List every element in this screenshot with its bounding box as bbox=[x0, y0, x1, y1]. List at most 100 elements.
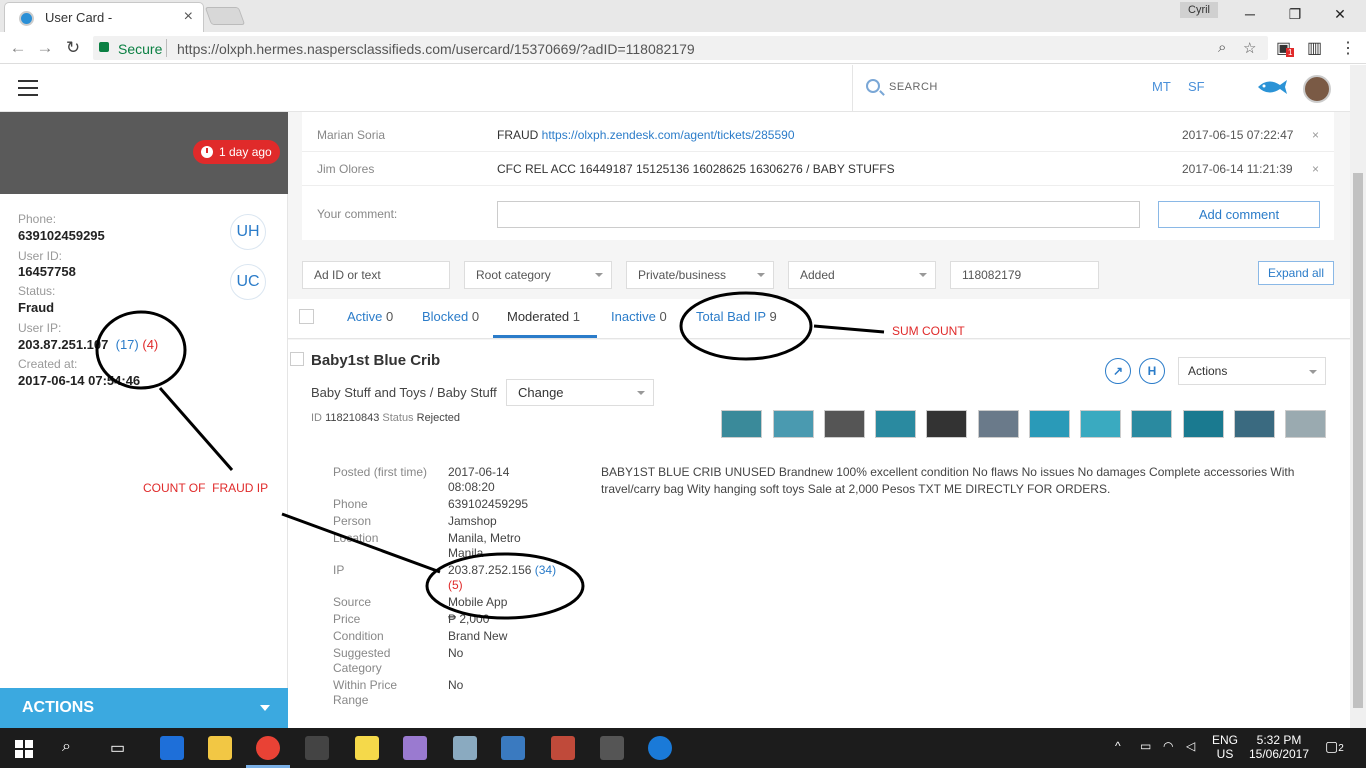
back-icon[interactable]: ← bbox=[7, 38, 29, 58]
task-view-icon[interactable]: ▭ bbox=[110, 738, 125, 758]
comments-panel: Marian Soria FRAUD https://olxph.zendesk… bbox=[302, 112, 1334, 240]
forward-icon[interactable]: → bbox=[34, 38, 56, 58]
ad-photo-thumbnail[interactable] bbox=[1131, 410, 1172, 438]
ad-actions-select[interactable]: Actions bbox=[1178, 357, 1326, 385]
search-box[interactable]: SEARCH bbox=[852, 65, 1142, 112]
change-category-select[interactable]: Change bbox=[506, 379, 654, 406]
initials-sf[interactable]: SF bbox=[1188, 79, 1205, 94]
ad-photo-thumbnail[interactable] bbox=[1080, 410, 1121, 438]
ad-checkbox[interactable] bbox=[290, 352, 304, 366]
chevron-up-icon[interactable]: ^ bbox=[1115, 739, 1121, 753]
ad-ip-count-fraud[interactable]: (5) bbox=[448, 578, 463, 592]
chevron-down-icon bbox=[260, 705, 270, 711]
restore-button[interactable]: ❐ bbox=[1275, 4, 1315, 24]
sticky-notes-icon[interactable] bbox=[355, 736, 379, 760]
open-external-icon[interactable]: ↗ bbox=[1105, 358, 1131, 384]
ad-photo-thumbnail[interactable] bbox=[1285, 410, 1326, 438]
extension-icon[interactable]: ▣ 1 bbox=[1276, 38, 1295, 58]
ad-title[interactable]: Baby1st Blue Crib bbox=[311, 352, 440, 369]
clock[interactable]: 5:32 PM 15/06/2017 bbox=[1246, 733, 1312, 761]
tab-active[interactable]: Active 0 bbox=[347, 309, 393, 324]
ad-photo-thumbnail[interactable] bbox=[721, 410, 762, 438]
tab-blocked[interactable]: Blocked 0 bbox=[422, 309, 479, 324]
ad-description: BABY1ST BLUE CRIB UNUSED Brandnew 100% e… bbox=[601, 465, 1295, 496]
browser-tab[interactable]: User Card - × bbox=[4, 2, 204, 32]
wifi-icon[interactable]: ◠ bbox=[1163, 739, 1173, 753]
file-explorer-icon[interactable] bbox=[208, 736, 232, 760]
ads-tabs: Active 0 Blocked 0 Moderated 1 Inactive … bbox=[288, 299, 1350, 339]
search-taskbar-icon[interactable]: ⌕ bbox=[62, 738, 71, 756]
battery-icon[interactable]: ▭ bbox=[1140, 739, 1151, 753]
scrollbar-thumb[interactable] bbox=[1353, 173, 1363, 708]
ip-count-fraud[interactable]: (4) bbox=[142, 337, 158, 352]
volume-icon[interactable]: ◁ bbox=[1186, 739, 1195, 753]
user-ip[interactable]: 203.87.251.107 bbox=[18, 337, 108, 352]
hamburger-menu-icon[interactable] bbox=[18, 80, 38, 96]
ad-photo-thumbnail[interactable] bbox=[926, 410, 967, 438]
bookmark-star-icon[interactable]: ☆ bbox=[1243, 39, 1256, 57]
tab-inactive[interactable]: Inactive 0 bbox=[611, 309, 667, 324]
ad-id-input[interactable]: Ad ID or text bbox=[302, 261, 450, 289]
initials-mt[interactable]: MT bbox=[1152, 79, 1171, 94]
url-path: /usercard/15370669/?adID=118082179 bbox=[451, 41, 695, 57]
ad-ip-count-total[interactable]: (34) bbox=[535, 563, 556, 577]
ad-photo-thumbnail[interactable] bbox=[773, 410, 814, 438]
ad-photo-thumbnail[interactable] bbox=[1234, 410, 1275, 438]
uc-button[interactable]: UC bbox=[230, 264, 266, 300]
tab-close-icon[interactable]: × bbox=[184, 8, 193, 26]
menu-dots-icon[interactable]: ⋮ bbox=[1340, 38, 1356, 58]
extension-icon[interactable]: ▥ bbox=[1307, 38, 1322, 58]
ad-id-filter-input[interactable]: 118082179 bbox=[950, 261, 1099, 289]
phone-label: Phone: bbox=[18, 212, 57, 226]
ad-photo-thumbnail[interactable] bbox=[978, 410, 1019, 438]
private-business-select[interactable]: Private/business bbox=[626, 261, 774, 289]
user-avatar[interactable] bbox=[1303, 75, 1331, 103]
ad-photo-thumbnail[interactable] bbox=[1029, 410, 1070, 438]
document-icon[interactable] bbox=[501, 736, 525, 760]
app-icon[interactable] bbox=[600, 736, 624, 760]
ad-photo-thumbnail[interactable] bbox=[824, 410, 865, 438]
zoom-icon[interactable]: ⌕ bbox=[1218, 39, 1226, 56]
ip-count-total[interactable]: (17) bbox=[116, 337, 139, 352]
root-category-select[interactable]: Root category bbox=[464, 261, 612, 289]
detail-value: Mobile App bbox=[448, 595, 508, 609]
new-tab-button[interactable] bbox=[204, 7, 246, 25]
comment-textarea[interactable] bbox=[497, 201, 1140, 228]
minimize-button[interactable]: ─ bbox=[1230, 4, 1270, 24]
delete-comment-icon[interactable]: × bbox=[1312, 162, 1319, 176]
notification-icon[interactable]: ▢2 bbox=[1325, 738, 1344, 755]
snipping-icon[interactable] bbox=[551, 736, 575, 760]
profile-chip[interactable]: Cyril bbox=[1180, 2, 1218, 18]
chrome-icon[interactable] bbox=[256, 736, 280, 760]
uh-button[interactable]: UH bbox=[230, 214, 266, 250]
edge-icon[interactable] bbox=[160, 736, 184, 760]
select-all-checkbox[interactable] bbox=[299, 309, 314, 324]
paint-icon[interactable] bbox=[403, 736, 427, 760]
added-select[interactable]: Added bbox=[788, 261, 936, 289]
ad-photo-thumbnail[interactable] bbox=[1183, 410, 1224, 438]
ad-photo-thumbnail[interactable] bbox=[875, 410, 916, 438]
caret-down-icon bbox=[1309, 370, 1317, 374]
page-scrollbar[interactable] bbox=[1350, 65, 1366, 728]
detail-label: Suggested Category bbox=[333, 646, 391, 675]
fish-logo-icon[interactable] bbox=[1256, 77, 1288, 97]
language-indicator[interactable]: ENG US bbox=[1212, 733, 1238, 761]
history-button[interactable]: H bbox=[1139, 358, 1165, 384]
url-omnibox[interactable]: Secure https://olxph.hermes.naspersclass… bbox=[93, 36, 1268, 60]
store-icon[interactable] bbox=[305, 736, 329, 760]
add-comment-button[interactable]: Add comment bbox=[1158, 201, 1320, 228]
tab-total-bad-ip[interactable]: Total Bad IP 9 bbox=[696, 309, 777, 324]
actions-dropdown[interactable]: ACTIONS bbox=[0, 688, 288, 728]
comment-link[interactable]: https://olxph.zendesk.com/agent/tickets/… bbox=[542, 128, 795, 142]
teamviewer-icon[interactable] bbox=[648, 736, 672, 760]
detail-value: 2017-06-14 08:08:20 bbox=[448, 465, 510, 494]
reload-icon[interactable]: ↻ bbox=[62, 38, 84, 58]
comment-label: Your comment: bbox=[317, 207, 398, 221]
app-icon[interactable] bbox=[453, 736, 477, 760]
tab-moderated[interactable]: Moderated 1 bbox=[507, 309, 580, 324]
windows-start-icon[interactable] bbox=[15, 740, 33, 758]
expand-all-button[interactable]: Expand all bbox=[1258, 261, 1334, 285]
ad-ip[interactable]: 203.87.252.156 bbox=[448, 563, 531, 577]
delete-comment-icon[interactable]: × bbox=[1312, 128, 1319, 142]
close-window-button[interactable]: ✕ bbox=[1320, 4, 1360, 24]
